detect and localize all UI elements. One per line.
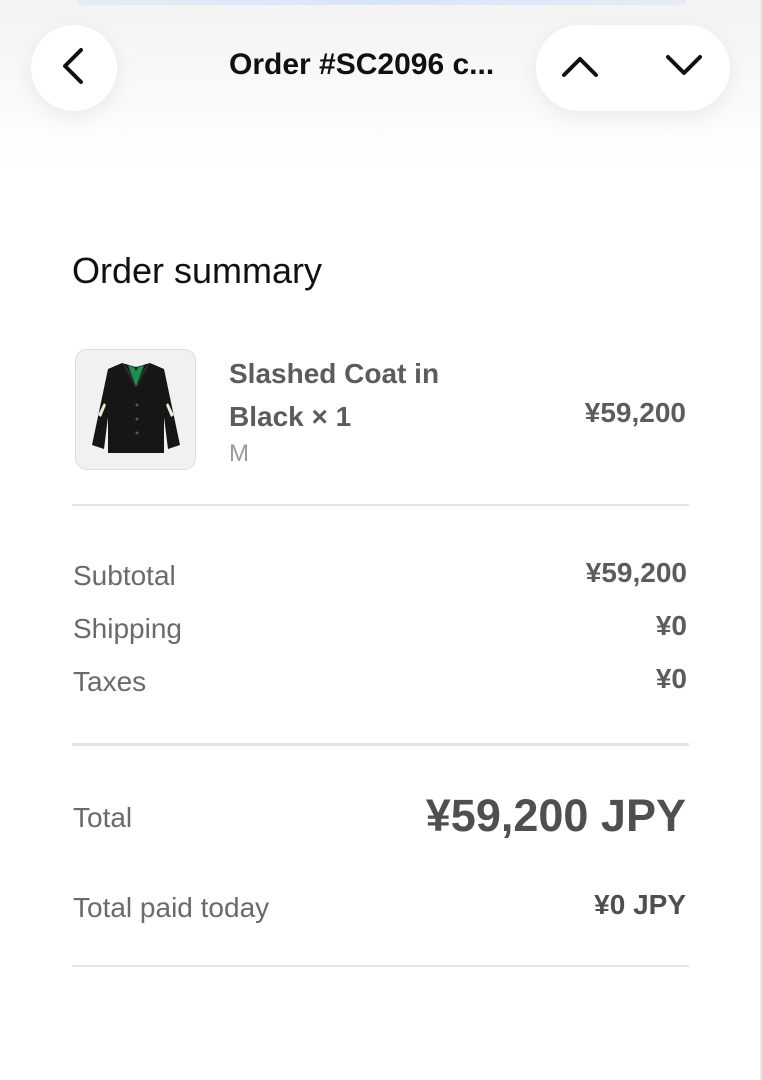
previous-order-button[interactable] xyxy=(558,50,602,86)
paid-today-label: Total paid today xyxy=(73,892,270,923)
coat-product-image xyxy=(88,357,184,462)
order-navigation-pill xyxy=(536,25,730,111)
shipping-label: Shipping xyxy=(73,613,182,644)
taxes-label: Taxes xyxy=(73,666,147,697)
order-summary-page: Order #SC2096 c... Order summary Slashed… xyxy=(0,0,762,1080)
total-label: Total xyxy=(73,802,133,833)
order-summary-heading: Order summary xyxy=(72,250,323,291)
back-button[interactable] xyxy=(31,25,117,111)
chevron-down-icon xyxy=(664,53,704,84)
product-variant: M xyxy=(229,440,249,467)
subtotal-label: Subtotal xyxy=(73,560,176,591)
divider xyxy=(72,743,689,746)
product-price: ¥59,200 xyxy=(584,397,686,428)
product-name: Slashed Coat in Black × 1 xyxy=(229,358,440,432)
product-thumbnail[interactable] xyxy=(75,349,196,470)
chevron-up-icon xyxy=(560,53,600,84)
next-order-button[interactable] xyxy=(662,50,706,86)
divider xyxy=(72,504,689,506)
paid-today-value: ¥0 JPY xyxy=(594,889,686,920)
chevron-left-icon xyxy=(59,46,89,91)
total-value: ¥59,200 JPY xyxy=(425,790,686,841)
subtotal-value: ¥59,200 xyxy=(585,557,687,588)
taxes-value: ¥0 xyxy=(655,663,687,694)
divider xyxy=(72,965,689,967)
top-edge-strip xyxy=(78,0,686,5)
shipping-value: ¥0 xyxy=(655,610,687,641)
order-title: Order #SC2096 c... xyxy=(229,48,495,81)
